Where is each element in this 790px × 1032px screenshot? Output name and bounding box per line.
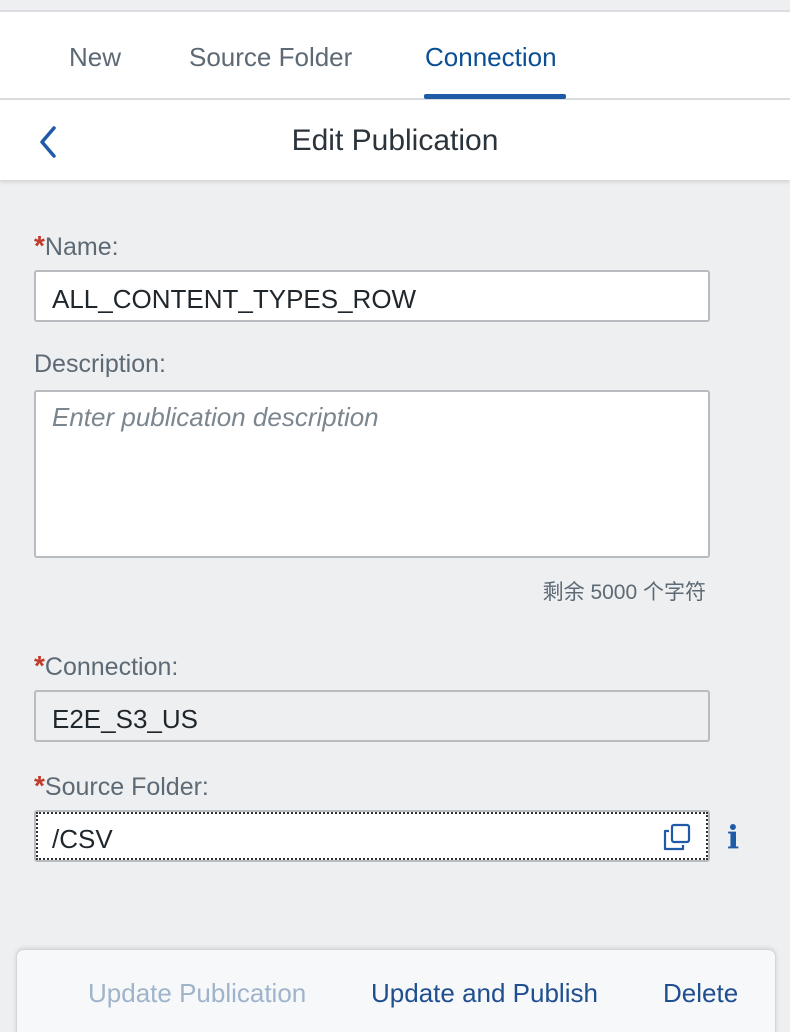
update-publication-button[interactable]: Update Publication (88, 978, 306, 1009)
name-input[interactable]: ALL_CONTENT_TYPES_ROW (34, 270, 710, 322)
connection-field: E2E_S3_US (34, 690, 710, 742)
tab-new[interactable]: New (69, 42, 121, 73)
description-label: Description: (34, 350, 166, 378)
action-footer: Update Publication Update and Publish De… (16, 949, 776, 1032)
required-marker: * (34, 230, 45, 261)
connection-label: *Connection: (34, 650, 179, 681)
character-counter: 剩余 5000 个字符 (542, 581, 706, 604)
active-tab-indicator (424, 94, 566, 99)
source-folder-value: /CSV (52, 824, 113, 854)
tab-connection[interactable]: Connection (425, 42, 557, 73)
tab-bar: New Source Folder Connection (0, 12, 790, 100)
info-icon[interactable]: i (727, 818, 739, 856)
copy-icon[interactable] (662, 822, 692, 852)
source-folder-label: *Source Folder: (34, 770, 209, 801)
delete-button[interactable]: Delete (663, 978, 738, 1009)
name-label: *Name: (34, 230, 119, 261)
update-and-publish-button[interactable]: Update and Publish (371, 978, 598, 1009)
source-folder-input[interactable]: /CSV (34, 810, 710, 862)
description-textarea[interactable]: Enter publication description (34, 390, 710, 558)
required-marker: * (34, 650, 45, 681)
required-marker: * (34, 770, 45, 801)
page-title: Edit Publication (291, 124, 499, 157)
tab-source-folder[interactable]: Source Folder (189, 42, 352, 73)
page-header: Edit Publication (0, 100, 790, 180)
